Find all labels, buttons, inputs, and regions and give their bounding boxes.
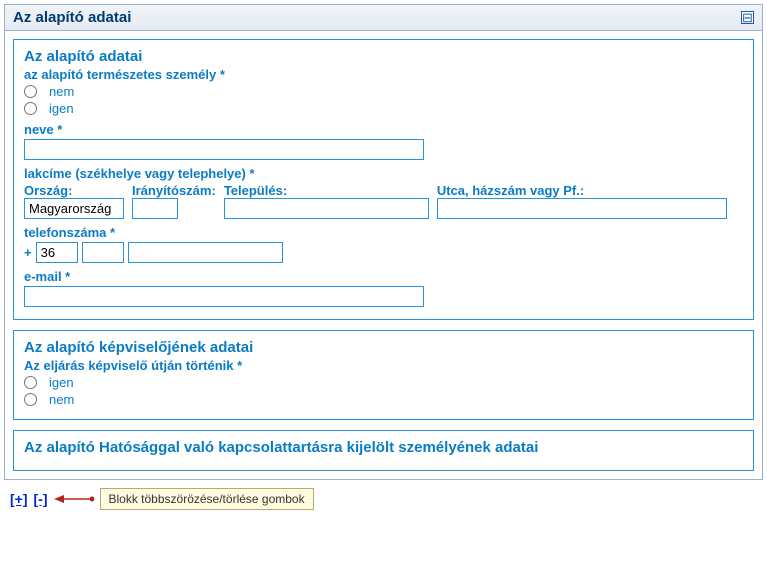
panel-title: Az alapító adatai: [13, 9, 131, 26]
rep-yes-label: igen: [49, 375, 74, 390]
phone-country-input[interactable]: [36, 242, 78, 263]
natural-person-label: az alapító természetes személy *: [24, 67, 743, 82]
section-title: Az alapító adatai: [24, 48, 743, 65]
rep-radio-no[interactable]: [24, 393, 37, 406]
rep-radio-yes[interactable]: [24, 376, 37, 389]
rep-label: Az eljárás képviselő útján történik *: [24, 358, 743, 373]
country-col: Ország:: [24, 183, 124, 219]
rep-no-row: nem: [24, 392, 743, 407]
founder-data-section: Az alapító adatai az alapító természetes…: [13, 39, 754, 320]
email-label: e-mail *: [24, 269, 743, 284]
contact-person-section: Az alapító Hatósággal való kapcsolattart…: [13, 430, 754, 471]
founder-panel: Az alapító adatai ⊟ Az alapító adatai az…: [4, 4, 763, 480]
footer-row: [+] [-] Blokk többszörözése/törlése gomb…: [4, 488, 763, 510]
email-input[interactable]: [24, 286, 424, 307]
phone-label: telefonszáma *: [24, 225, 743, 240]
street-label: Utca, házszám vagy Pf.:: [437, 183, 727, 198]
country-label: Ország:: [24, 183, 124, 198]
arrow-icon: [54, 492, 94, 506]
phone-area-input[interactable]: [82, 242, 124, 263]
radio-yes-label: igen: [49, 101, 74, 116]
city-label: Település:: [224, 183, 429, 198]
phone-plus: +: [24, 245, 32, 260]
phone-row: +: [24, 242, 743, 263]
add-block-button[interactable]: [+]: [10, 491, 28, 507]
remove-block-button[interactable]: [-]: [34, 491, 48, 507]
natural-person-radio-no[interactable]: [24, 85, 37, 98]
name-label: neve *: [24, 122, 743, 137]
natural-person-no-row: nem: [24, 84, 743, 99]
zip-col: Irányítószám:: [132, 183, 216, 219]
collapse-icon[interactable]: ⊟: [741, 11, 754, 24]
rep-section-title: Az alapító képviselőjének adatai: [24, 339, 743, 356]
rep-no-label: nem: [49, 392, 74, 407]
natural-person-yes-row: igen: [24, 101, 743, 116]
representative-section: Az alapító képviselőjének adatai Az eljá…: [13, 330, 754, 420]
city-col: Település:: [224, 183, 429, 219]
panel-body: Az alapító adatai az alapító természetes…: [5, 31, 762, 479]
phone-number-input[interactable]: [128, 242, 283, 263]
zip-label: Irányítószám:: [132, 183, 216, 198]
panel-header: Az alapító adatai ⊟: [5, 5, 762, 31]
country-input[interactable]: [24, 198, 124, 219]
name-input[interactable]: [24, 139, 424, 160]
natural-person-radio-yes[interactable]: [24, 102, 37, 115]
address-row: Ország: Irányítószám: Település: Utca, h…: [24, 183, 743, 219]
zip-input[interactable]: [132, 198, 178, 219]
street-col: Utca, házszám vagy Pf.:: [437, 183, 727, 219]
radio-no-label: nem: [49, 84, 74, 99]
rep-yes-row: igen: [24, 375, 743, 390]
tooltip-box: Blokk többszörözése/törlése gombok: [100, 488, 314, 510]
contact-section-title: Az alapító Hatósággal való kapcsolattart…: [24, 439, 743, 456]
address-label: lakcíme (székhelye vagy telephelye) *: [24, 166, 743, 181]
city-input[interactable]: [224, 198, 429, 219]
street-input[interactable]: [437, 198, 727, 219]
